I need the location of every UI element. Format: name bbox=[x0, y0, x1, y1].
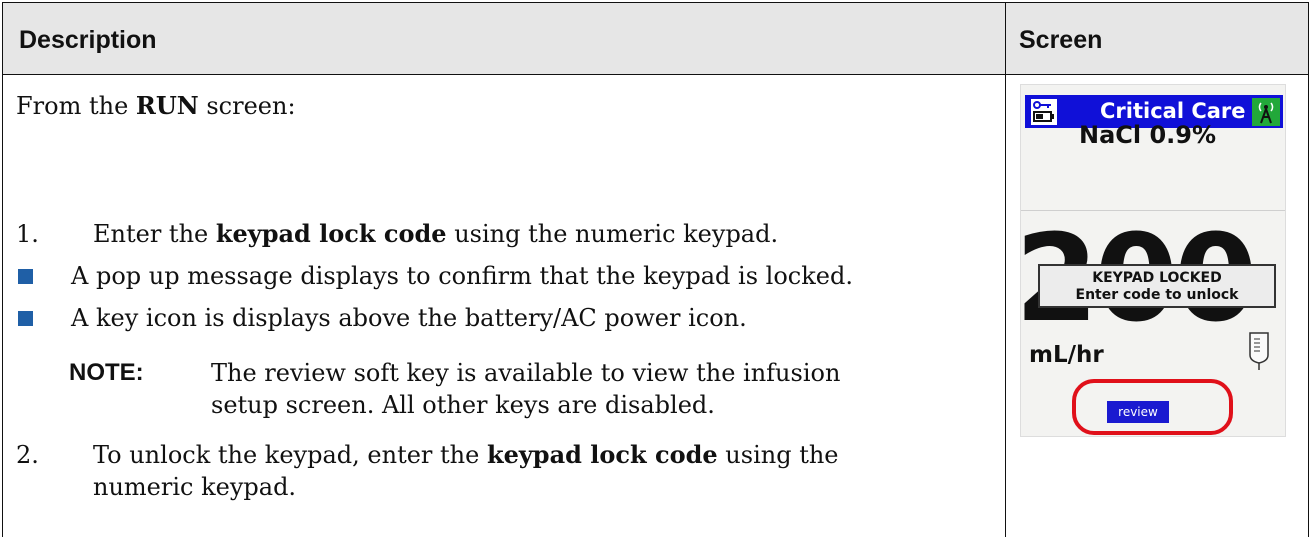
keypad-locked-popup: KEYPAD LOCKED Enter code to unlock bbox=[1038, 264, 1276, 308]
step-2-suffix: using the bbox=[717, 441, 839, 469]
key-battery-icon bbox=[1031, 99, 1057, 129]
bullet-2-text: A key icon is displays above the battery… bbox=[71, 304, 747, 332]
wireless-icon bbox=[1252, 98, 1280, 130]
note-line-1: The review soft key is available to view… bbox=[211, 359, 841, 387]
bullet-1-text: A pop up message displays to confirm tha… bbox=[71, 262, 853, 290]
highlight-ring bbox=[1072, 379, 1233, 435]
screen-title: Critical Care bbox=[1100, 99, 1246, 123]
bullet-square bbox=[18, 311, 33, 326]
step-2-text: To unlock the keypad, enter the keypad l… bbox=[93, 439, 973, 503]
run-label: RUN bbox=[135, 91, 199, 120]
intro-suffix: screen: bbox=[198, 92, 296, 120]
rate-unit: mL/hr bbox=[1029, 342, 1104, 368]
column-divider bbox=[1005, 3, 1006, 537]
step-1-number: 1. bbox=[16, 220, 39, 248]
step-2-prefix: To unlock the keypad, enter the bbox=[93, 441, 487, 469]
popup-line-1: KEYPAD LOCKED bbox=[1092, 270, 1222, 286]
table-header: Description Screen bbox=[3, 3, 1308, 75]
iv-bag-icon bbox=[1247, 331, 1271, 375]
drug-name: NaCl 0.9% bbox=[1079, 121, 1217, 149]
step-1-bold: keypad lock code bbox=[215, 219, 447, 248]
popup-line-2: Enter code to unlock bbox=[1075, 287, 1239, 303]
step-2-bold: keypad lock code bbox=[486, 440, 718, 469]
step-2-line-2: numeric keypad. bbox=[93, 473, 297, 501]
step-2-number: 2. bbox=[16, 441, 39, 469]
note-label: NOTE: bbox=[69, 359, 144, 386]
step-1-text: Enter the keypad lock code using the num… bbox=[93, 218, 778, 250]
intro-text: From the bbox=[16, 92, 136, 120]
note-text: The review soft key is available to view… bbox=[211, 357, 891, 421]
step-1-prefix: Enter the bbox=[93, 220, 216, 248]
step-1-suffix: using the numeric keypad. bbox=[446, 220, 779, 248]
bullet-square bbox=[18, 269, 33, 284]
intro-line: From the RUN screen: bbox=[16, 90, 296, 122]
note-line-2: setup screen. All other keys are disable… bbox=[211, 391, 715, 419]
header-description: Description bbox=[19, 26, 157, 54]
header-screen: Screen bbox=[1019, 26, 1103, 54]
